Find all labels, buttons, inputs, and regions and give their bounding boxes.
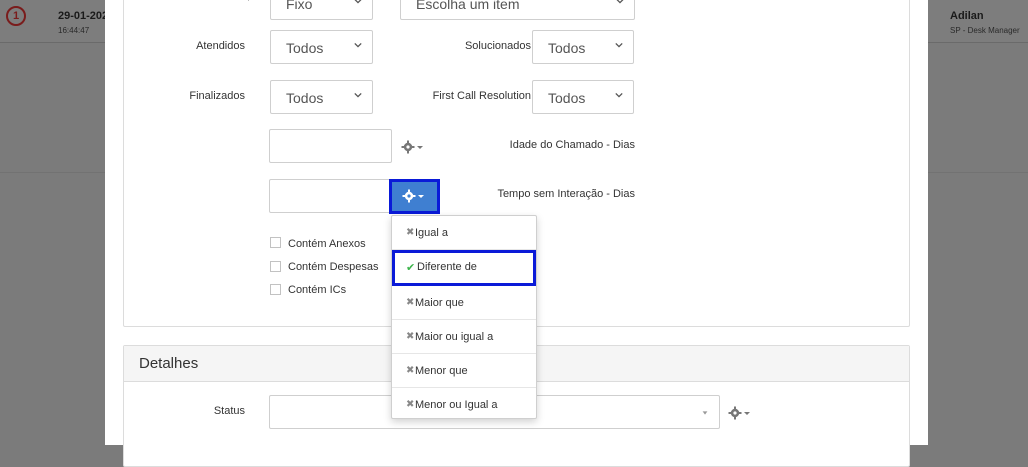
ticket-time: 16:44:47: [58, 26, 90, 35]
check-icon: ✔: [406, 262, 416, 274]
x-icon: ✖: [406, 365, 415, 376]
solucionados-value: Todos: [548, 40, 586, 56]
background-divider: [928, 172, 1028, 173]
row0-label-fragment: ,: [200, 0, 250, 2]
tempo-input[interactable]: [269, 179, 392, 213]
menu-item-menor-que[interactable]: ✖ Menor que: [392, 354, 536, 388]
chevron-down-icon: [354, 92, 362, 98]
atendidos-select[interactable]: Todos: [270, 30, 373, 64]
status-label: Status: [213, 405, 245, 417]
item-select-placeholder: Escolha um item: [416, 0, 520, 12]
menu-item-label: Maior que: [415, 297, 464, 309]
ticket-user: Adilan: [950, 10, 984, 22]
menu-item-label: Menor ou Igual a: [415, 399, 498, 411]
contem-anexos-label: Contém Anexos: [288, 238, 366, 250]
menu-item-igual-a[interactable]: ✖ Igual a: [392, 216, 536, 250]
item-select[interactable]: Escolha um item: [400, 0, 635, 20]
menu-item-label: Menor que: [415, 365, 468, 377]
contem-ics-label: Contém ICs: [288, 284, 347, 296]
chevron-down-icon: [615, 92, 623, 98]
gear-icon: [401, 140, 423, 154]
contem-despesas-checkbox[interactable]: [270, 261, 281, 272]
menu-item-label: Igual a: [415, 227, 449, 239]
finalizados-value: Todos: [286, 90, 324, 106]
chevron-down-icon: [354, 0, 362, 4]
x-icon: ✖: [406, 227, 415, 238]
tempo-operator-button[interactable]: [389, 179, 440, 214]
idade-input[interactable]: [269, 129, 392, 163]
finalizados-label: Finalizados: [189, 90, 245, 102]
chevron-down-icon: [354, 42, 362, 48]
menu-item-diferente-de[interactable]: ✔ Diferente de: [392, 250, 536, 286]
chevron-down-icon: [702, 411, 708, 415]
contem-anexos-checkbox[interactable]: [270, 237, 281, 248]
x-icon: ✖: [406, 331, 415, 342]
idade-label: Idade do Chamado - Dias: [509, 139, 635, 151]
menu-item-maior-ou-igual-a[interactable]: ✖ Maior ou igual a: [392, 320, 536, 354]
tempo-label: Tempo sem Interação - Dias: [497, 188, 635, 200]
solucionados-select[interactable]: Todos: [532, 30, 634, 64]
chevron-down-icon: [616, 0, 624, 4]
fcr-label: First Call Resolution: [432, 90, 531, 102]
fcr-value: Todos: [548, 90, 586, 106]
gear-icon: [728, 406, 750, 420]
chevron-down-icon: [615, 42, 623, 48]
operator-dropdown-menu: ✖ Igual a ✔ Diferente de ✖ Maior que ✖ M…: [391, 215, 537, 419]
ticket-date: 29-01-202: [58, 10, 109, 22]
menu-item-menor-ou-igual-a[interactable]: ✖ Menor ou Igual a: [392, 388, 536, 422]
menu-item-label: Maior ou igual a: [415, 331, 494, 343]
background-divider: [0, 172, 105, 173]
row0-select-value: Fixo: [286, 0, 313, 12]
contem-ics-checkbox[interactable]: [270, 284, 281, 295]
contem-despesas-label: Contém Despesas: [288, 261, 379, 273]
menu-item-label: Diferente de: [417, 261, 477, 273]
ticket-role: SP - Desk Manager: [950, 26, 1020, 35]
idade-operator-button[interactable]: [398, 135, 428, 159]
x-icon: ✖: [406, 399, 415, 410]
gear-icon: [402, 189, 424, 203]
solucionados-label: Solucionados: [464, 40, 531, 52]
x-icon: ✖: [406, 297, 415, 308]
priority-alert-icon: 1: [6, 6, 26, 26]
finalizados-select[interactable]: Todos: [270, 80, 373, 114]
fcr-select[interactable]: Todos: [532, 80, 634, 114]
row0-select[interactable]: Fixo: [270, 0, 373, 20]
atendidos-label: Atendidos: [196, 40, 245, 52]
menu-item-maior-que[interactable]: ✖ Maior que: [392, 286, 536, 320]
atendidos-value: Todos: [286, 40, 324, 56]
status-operator-button[interactable]: [725, 401, 755, 425]
